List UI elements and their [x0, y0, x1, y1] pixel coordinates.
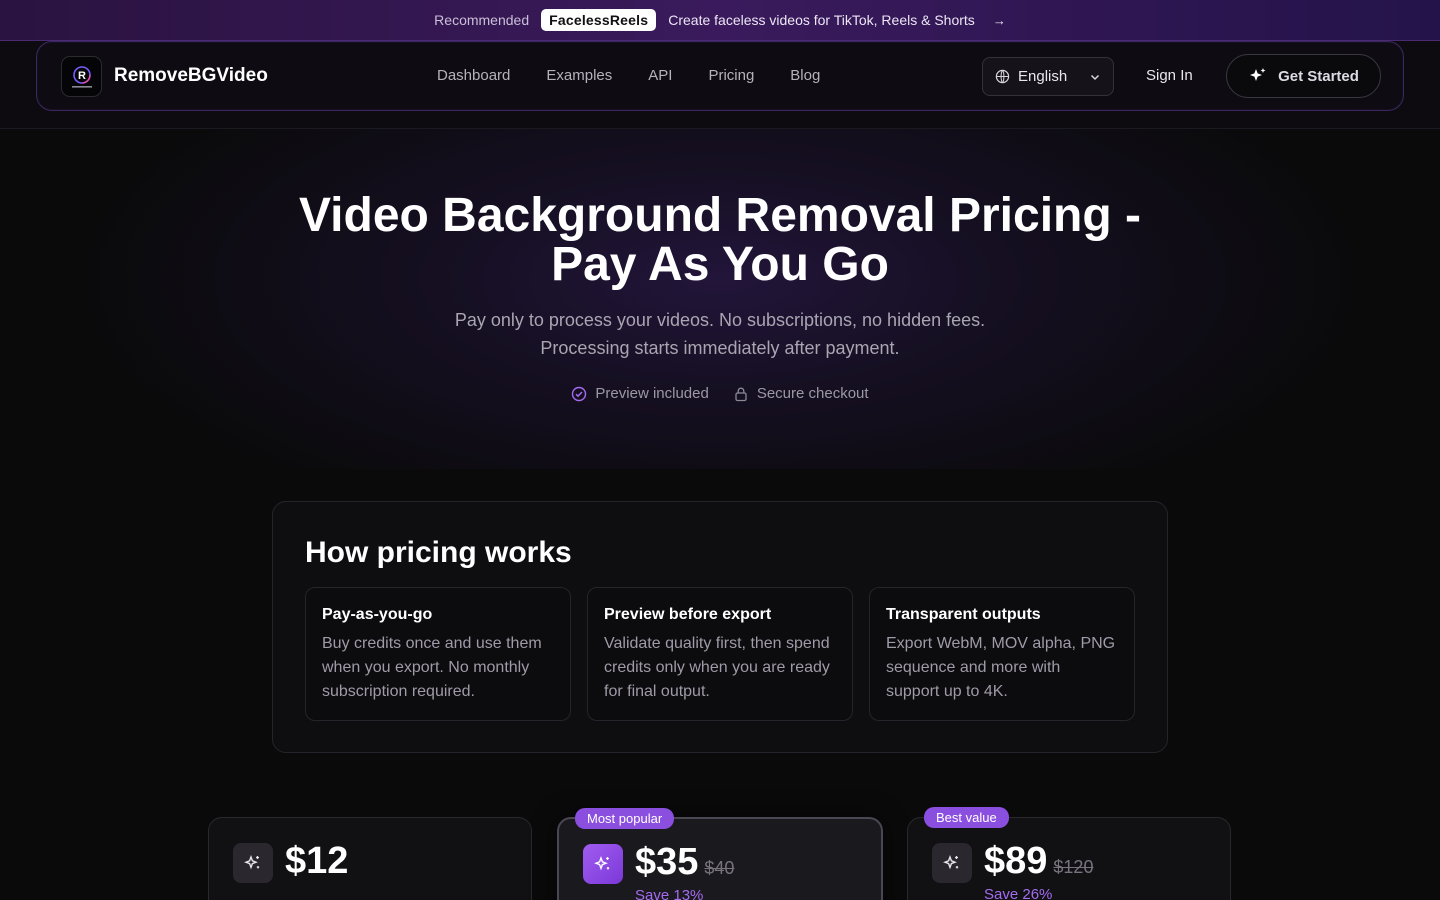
how-card-desc: Export WebM, MOV alpha, PNG sequence and…	[886, 635, 1116, 700]
nav-links: Dashboard Examples API Pricing Blog	[437, 67, 820, 84]
how-card-title: Pay-as-you-go	[322, 606, 433, 623]
how-pricing-section: How pricing works Pay-as-you-go Buy cred…	[272, 501, 1168, 753]
how-pricing-title: How pricing works	[305, 536, 572, 569]
subtitle-line-1: Pay only to process your videos. No subs…	[454, 310, 986, 330]
title-line-1: Video Background Removal Pricing -	[299, 189, 1141, 242]
arrow-right-icon[interactable]: →	[993, 13, 1006, 28]
sparkles-icon	[932, 843, 972, 883]
navbar: R RemoveBGVideo Dashboard Examples API P…	[36, 41, 1404, 111]
plan-card-popular[interactable]: Most popular $35 $40 Save 13%	[557, 808, 883, 900]
get-started-label: Get Started	[1278, 67, 1359, 85]
plan-savings: Save 13%	[635, 887, 704, 900]
language-select[interactable]: English	[982, 57, 1114, 96]
promo-banner[interactable]: Recommended FacelessReels Create faceles…	[0, 0, 1440, 41]
nav-link-api[interactable]: API	[648, 67, 672, 84]
plan-price-value: $35	[635, 841, 699, 883]
how-card-desc: Validate quality first, then spend credi…	[604, 635, 830, 700]
title-line-2: Pay As You Go	[551, 238, 889, 291]
nav-link-blog[interactable]: Blog	[790, 67, 820, 84]
language-label: English	[1018, 68, 1068, 85]
trust-secure-label: Secure checkout	[756, 385, 869, 402]
svg-text:R: R	[78, 70, 86, 82]
get-started-button[interactable]: Get Started	[1226, 54, 1381, 98]
nav-link-pricing[interactable]: Pricing	[708, 67, 754, 84]
how-card-desc: Buy credits once and use them when you e…	[322, 635, 542, 700]
hero-subtitle: Pay only to process your videos. No subs…	[0, 306, 1440, 362]
promo-message[interactable]: Create faceless videos for TikTok, Reels…	[668, 12, 975, 28]
trust-badges: Preview included Secure checkout	[0, 385, 1440, 402]
plan-price: $89 $120	[984, 840, 1093, 883]
plan-card-starter[interactable]: $12	[208, 817, 532, 900]
best-value-badge: Best value	[924, 807, 1009, 828]
nav-link-examples[interactable]: Examples	[546, 67, 612, 84]
plan-old-price: $120	[1053, 857, 1094, 877]
globe-icon	[995, 69, 1010, 84]
plan-price: $35 $40	[635, 841, 734, 884]
how-card-preview: Preview before export Validate quality f…	[587, 587, 853, 721]
promo-recommended: Recommended	[434, 12, 530, 28]
plan-savings: Save 26%	[984, 886, 1053, 900]
trust-preview-label: Preview included	[595, 385, 709, 402]
how-card-outputs: Transparent outputs Export WebM, MOV alp…	[869, 587, 1135, 721]
sparkles-icon	[233, 843, 273, 883]
plan-price-value: $89	[984, 840, 1048, 882]
sparkles-icon	[583, 844, 623, 884]
sparkles-icon	[1250, 68, 1266, 81]
check-circle-icon	[572, 386, 587, 401]
how-card-title: Preview before export	[604, 606, 772, 623]
plan-price: $12	[285, 840, 349, 882]
logo-icon[interactable]: R	[61, 56, 102, 97]
sign-in-button[interactable]: Sign In	[1146, 67, 1193, 84]
subtitle-line-2: Processing starts immediately after paym…	[540, 338, 900, 358]
plan-card-best-value[interactable]: Best value $89 $120 Save 26%	[907, 807, 1231, 900]
how-card-pay-as-you-go: Pay-as-you-go Buy credits once and use t…	[305, 587, 571, 721]
lock-icon	[735, 387, 747, 401]
hero-section: Video Background Removal Pricing - Pay A…	[0, 129, 1440, 469]
header: R RemoveBGVideo Dashboard Examples API P…	[0, 41, 1440, 129]
how-card-title: Transparent outputs	[886, 606, 1041, 623]
logo-name[interactable]: RemoveBGVideo	[114, 65, 268, 87]
nav-link-dashboard[interactable]: Dashboard	[437, 67, 510, 84]
plan-old-price: $40	[704, 858, 735, 878]
trust-preview: Preview included	[571, 385, 709, 402]
chevron-down-icon	[1090, 74, 1100, 80]
page-title: Video Background Removal Pricing - Pay A…	[0, 191, 1440, 289]
trust-secure: Secure checkout	[733, 385, 869, 402]
most-popular-badge: Most popular	[575, 808, 675, 829]
promo-brand-pill[interactable]: FacelessReels	[541, 9, 657, 31]
